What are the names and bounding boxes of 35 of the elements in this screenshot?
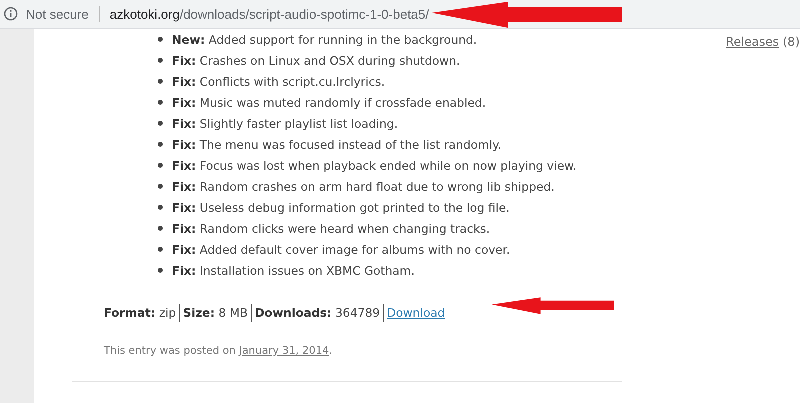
releases-link[interactable]: Releases	[726, 35, 780, 49]
bullet-icon	[158, 121, 163, 126]
bullet-icon	[158, 226, 163, 231]
changelog-item: Fix: Music was muted randomly if crossfade enabled.	[172, 96, 486, 110]
url-text: azkotoki.org/downloads/script-audio-spotimc-1-0-beta5/	[110, 6, 430, 22]
bullet-icon	[158, 163, 163, 168]
changelog-item: Fix: Crashes on Linux and OSX during shutdown.	[172, 54, 460, 68]
changelog-item: Fix: Random clicks were heard when changing tracks.	[172, 222, 490, 236]
changelog-item: Fix: Slightly faster playlist list loading.	[172, 116, 398, 130]
bullet-icon	[158, 37, 163, 42]
changelog-item: Fix: Conflicts with script.cu.lrclyrics.	[172, 74, 386, 88]
bullet-icon	[158, 79, 163, 84]
changelog-item: Fix: Added default cover image for albums with no cover.	[172, 242, 510, 256]
download-link[interactable]: Download	[387, 306, 446, 320]
meta-text: Size: 8 MB	[183, 306, 248, 320]
posted-text: This entry was posted on January 31, 2014.	[104, 345, 334, 357]
changelog-item: Fix: Random crashes on arm hard float due to wrong lib shipped.	[172, 180, 555, 194]
info-icon[interactable]	[4, 7, 18, 21]
bullet-icon	[158, 268, 163, 273]
changelog-item: New: Added support for running in the background.	[172, 32, 478, 46]
bullet-icon	[158, 58, 163, 63]
bullet-icon	[158, 205, 163, 210]
changelog-item: Fix: The menu was focused instead of the list randomly.	[172, 138, 502, 152]
meta-text: Downloads: 364789	[254, 306, 380, 320]
meta-text: Format: zip	[104, 306, 176, 320]
bullet-icon	[158, 142, 163, 147]
bullet-icon	[158, 100, 163, 105]
changelog-item: Fix: Useless debug information got printed to the log file.	[172, 200, 510, 214]
bullet-icon	[158, 247, 163, 252]
security-label: Not secure	[26, 6, 89, 22]
releases-count: (8)	[783, 35, 800, 49]
bullet-icon	[158, 184, 163, 189]
changelog-item: Fix: Installation issues on XBMC Gotham.	[172, 264, 415, 278]
changelog-item: Fix: Focus was lost when playback ended while on now playing view.	[172, 158, 577, 172]
date-link[interactable]: January 31, 2014	[239, 345, 330, 357]
